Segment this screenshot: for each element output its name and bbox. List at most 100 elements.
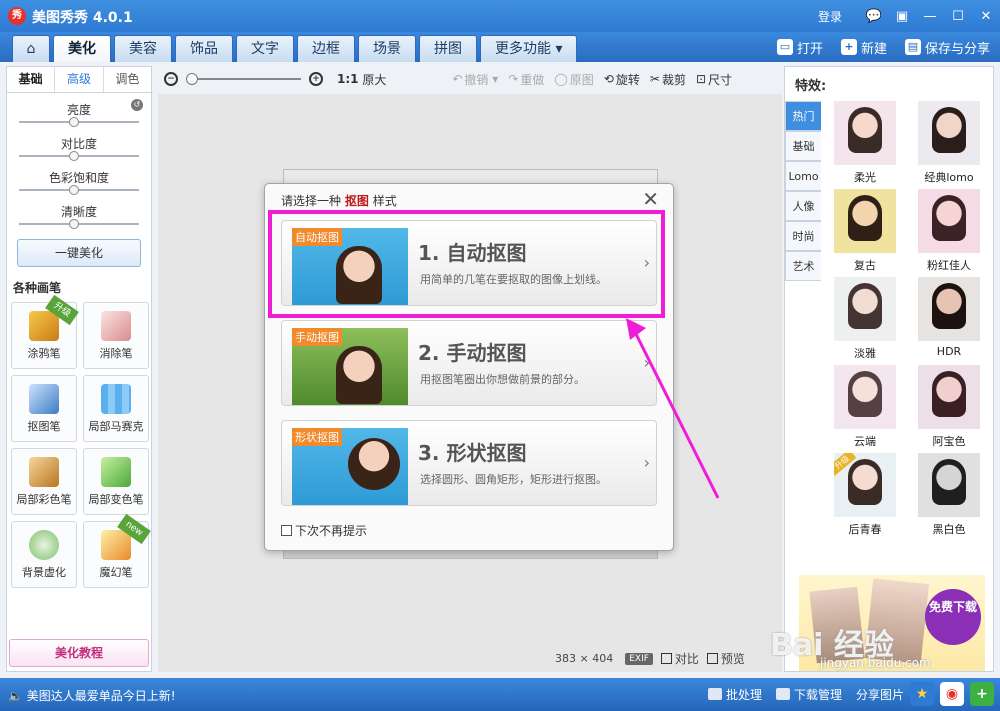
effect-black-white[interactable]: 黑白色 [911,453,987,539]
option-tag: 手动抠图 [292,328,342,346]
brush-local-color[interactable]: 局部彩色笔 [11,448,77,515]
saturation-slider[interactable] [69,185,79,195]
category-lomo[interactable]: Lomo [785,161,821,191]
save-share-button[interactable]: ▤ 保存与分享 [904,36,990,58]
crop-button[interactable]: ✂ 裁剪 [650,71,686,88]
tab-accessories[interactable]: 饰品 [175,35,233,62]
tab-scene[interactable]: 场景 [358,35,416,62]
compare-button[interactable]: 对比 [660,650,699,667]
open-button[interactable]: ▭ 打开 [776,36,823,58]
tab-face[interactable]: 美容 [114,35,172,62]
brush-eraser[interactable]: 消除笔 [83,302,149,369]
dialog-title-highlight: 抠图 [344,194,369,208]
slider-label-contrast: 对比度 [60,137,97,151]
category-fashion[interactable]: 时尚 [785,221,821,251]
portrait-image [348,438,400,490]
effect-abao[interactable]: 阿宝色 [911,365,987,451]
category-art[interactable]: 艺术 [785,251,821,281]
one-key-beautify-button[interactable]: 一键美化 [17,239,141,267]
effect-thumbnail [834,365,896,429]
batch-icon [707,688,722,700]
zoom-out-icon[interactable]: − [164,72,178,86]
compare-label: 对比 [674,652,699,666]
brush-mosaic[interactable]: 局部马赛克 [83,375,149,442]
category-basic[interactable]: 基础 [785,131,821,161]
effect-label: 经典lomo [924,171,974,184]
minimize-button[interactable]: — [916,4,944,28]
effect-vintage[interactable]: 复古 [827,189,903,275]
rotate-button[interactable]: ⟲ 旋转 [604,71,640,88]
news-ticker[interactable]: 🔈 美图达人最爱单品今日上新! [8,687,176,704]
size-button[interactable]: ⊡ 尺寸 [696,71,732,88]
tab-beautify[interactable]: 美化 [53,35,111,62]
reset-icon[interactable]: ↺ [131,99,143,111]
portrait-image [848,107,882,153]
download-manager-button[interactable]: 下载管理 [775,686,842,703]
slider-label-saturation: 色彩饱和度 [48,171,109,185]
rotate-icon: ⟲ [603,72,614,86]
redo-button[interactable]: ↷ 重做 [508,71,544,88]
zoom-in-icon[interactable]: + [309,72,323,86]
portrait-image [848,459,882,505]
home-icon[interactable]: ⌂ [12,35,50,62]
effect-label: 黑白色 [932,523,966,536]
subtab-basic[interactable]: 基础 [7,67,56,92]
add-icon[interactable]: + [970,682,994,706]
beautify-tutorial-button[interactable]: 美化教程 [9,639,149,667]
title-bar: 秀 美图秀秀 4.0.1 登录 💬 ▣ — ☐ ✕ [0,0,1000,32]
effect-elegant[interactable]: 淡雅 [827,277,903,363]
exif-button[interactable]: EXIF [625,652,653,665]
category-portrait[interactable]: 人像 [785,191,821,221]
effect-cloud[interactable]: 云端 [827,365,903,451]
dialog-title-prefix: 请选择一种 [281,194,342,208]
new-button[interactable]: + 新建 [840,36,887,58]
preview-button[interactable]: 预览 [706,650,745,667]
ratio-button[interactable]: 1:1 原大 [337,71,386,88]
sharpness-slider[interactable] [69,219,79,229]
share-image-button[interactable]: 分享图片 [856,686,904,703]
original-button[interactable]: ◯ 原图 [554,71,593,88]
brush-bg-blur[interactable]: 背景虚化 [11,521,77,588]
effect-classic-lomo[interactable]: 经典lomo [911,101,987,187]
new-label: 新建 [860,41,887,57]
tab-frame[interactable]: 边框 [297,35,355,62]
star-icon[interactable]: ★ [910,682,934,706]
effect-hdr[interactable]: HDR [911,277,987,363]
category-hot[interactable]: 热门 [785,101,821,131]
feedback-icon[interactable]: 💬 [860,4,888,28]
tab-text[interactable]: 文字 [236,35,294,62]
effect-soft-light[interactable]: 柔光 [827,101,903,187]
subtab-advanced[interactable]: 高级 [55,67,104,92]
weibo-icon[interactable]: ◉ [940,682,964,706]
maximize-button[interactable]: ☐ [944,4,972,28]
portrait-image [932,283,966,329]
effect-label: 后青春 [848,523,882,536]
brush-cutout[interactable]: 抠图笔 [11,375,77,442]
brightness-slider[interactable] [69,117,79,127]
zoom-slider[interactable] [186,73,301,85]
effect-pink-lady[interactable]: 粉红佳人 [911,189,987,275]
contrast-slider[interactable] [69,151,79,161]
image-dimensions: 383 × 404 [555,652,613,665]
close-button[interactable]: ✕ [972,4,1000,28]
brush-magic[interactable]: 魔幻笔 new [83,513,151,588]
no-prompt-row[interactable]: 下次不再提示 [281,522,367,539]
undo-button[interactable]: ↶ 撤销 ▾ [452,71,498,88]
batch-button[interactable]: 批处理 [707,686,762,703]
effect-youth[interactable]: 升级 后青春 [827,453,903,539]
scissors-icon: ✂ [649,72,660,86]
login-link[interactable]: 登录 [818,8,842,25]
tab-more[interactable]: 更多功能 ▾ [480,35,578,62]
brush-color-change[interactable]: 局部变色笔 [83,448,149,515]
no-prompt-checkbox[interactable] [281,525,292,536]
dialog-close-icon[interactable]: ✕ [642,188,659,210]
zoom-knob[interactable] [186,73,198,85]
portrait-image [932,195,966,241]
brush-graffiti[interactable]: 涂鸦笔 升级 [11,294,79,369]
free-download-badge[interactable]: 免费下载 [925,589,981,645]
subtab-color[interactable]: 调色 [104,67,151,92]
effect-thumbnail [918,189,980,253]
preview-icon [706,653,718,664]
skin-icon[interactable]: ▣ [888,4,916,28]
tab-collage[interactable]: 拼图 [419,35,477,62]
